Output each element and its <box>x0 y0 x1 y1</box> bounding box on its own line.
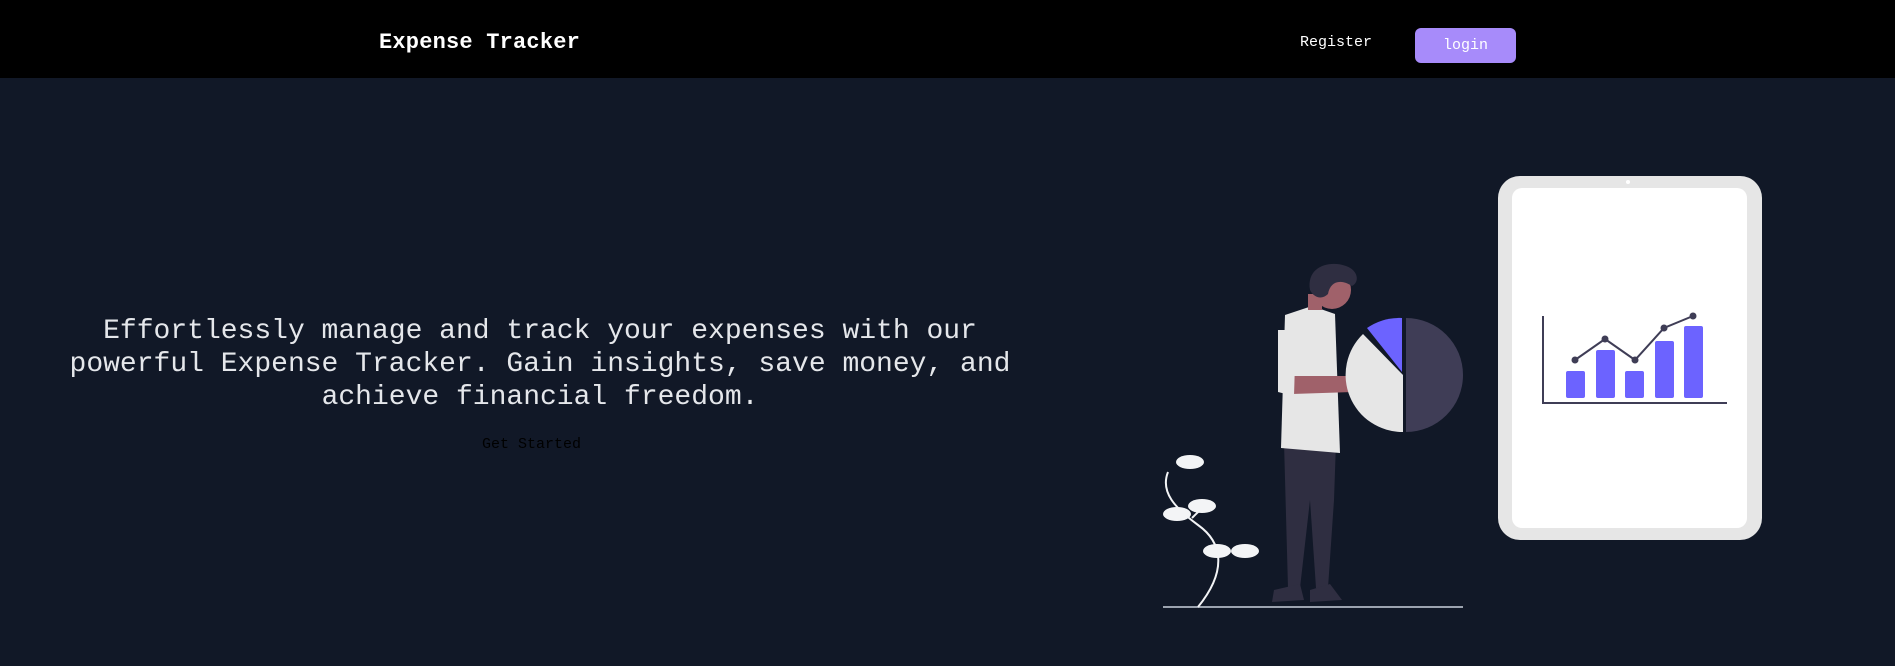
pie-chart-icon <box>1345 317 1463 433</box>
brand-title: Expense Tracker <box>379 30 581 55</box>
register-link[interactable]: Register <box>1300 34 1372 51</box>
hero-headline: Effortlessly manage and track your expen… <box>69 316 1011 413</box>
get-started-button[interactable]: Get Started <box>482 436 581 453</box>
tablet-icon <box>1498 176 1762 540</box>
navbar: Expense Tracker Register login <box>0 0 1895 78</box>
person-icon <box>1272 263 1361 602</box>
plant-icon <box>1163 455 1259 608</box>
finance-analytics-illustration <box>1163 176 1762 608</box>
login-button[interactable]: login <box>1415 28 1516 63</box>
